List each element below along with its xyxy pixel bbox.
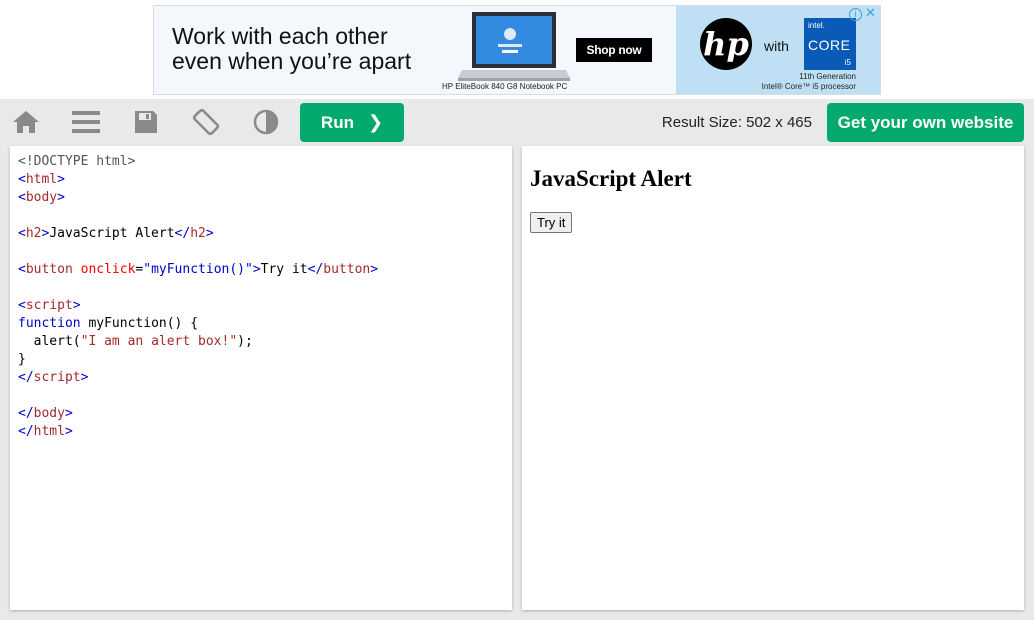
intel-caption-line2: Intel® Core™ i5 processor (761, 82, 856, 91)
chevron-right-icon: ❯ (367, 112, 384, 133)
try-it-button[interactable]: Try it (530, 212, 573, 233)
ad-with-label: with (764, 38, 789, 54)
ad-headline: Work with each other even when you’re ap… (172, 24, 411, 74)
ad-banner[interactable]: Work with each other even when you’re ap… (153, 5, 881, 95)
ad-headline-line2: even when you’re apart (172, 48, 412, 74)
contrast-icon[interactable] (250, 107, 282, 137)
run-button[interactable]: Run ❯ (300, 103, 404, 142)
run-label: Run (320, 112, 354, 132)
rotate-icon[interactable] (190, 107, 222, 137)
editor-toolbar: Run ❯ Result Size: 502 x 465 Get your ow… (0, 99, 1034, 146)
code-content[interactable]: <!DOCTYPE html> <html> <body> <h2>JavaSc… (18, 153, 378, 441)
result-size-readout: Result Size: 502 x 465 (661, 114, 812, 131)
hp-logo: hp (700, 18, 752, 70)
intel-core-badge: intel. CORE i5 (804, 18, 856, 70)
result-iframe[interactable]: JavaScript Alert Try it (522, 146, 1024, 610)
laptop-image (458, 12, 570, 81)
intel-tier: i5 (844, 58, 851, 67)
ad-info-icon[interactable]: i (849, 8, 862, 21)
ad-close-icon[interactable]: ✕ (864, 7, 877, 20)
code-editor[interactable]: <!DOCTYPE html> <html> <body> <h2>JavaSc… (10, 146, 512, 610)
menu-icon[interactable] (70, 107, 102, 137)
ad-headline-line1: Work with each other (172, 23, 388, 49)
result-heading: JavaScript Alert (530, 166, 692, 191)
get-your-own-website-button[interactable]: Get your own website (827, 103, 1024, 142)
intel-brand: intel. (808, 21, 825, 30)
code-line: <!DOCTYPE html> (18, 154, 136, 169)
intel-caption: 11th Generation Intel® Core™ i5 processo… (762, 72, 856, 92)
shop-now-button[interactable]: Shop now (576, 38, 652, 62)
ad-product-caption: HP EliteBook 840 G8 Notebook PC (442, 82, 568, 91)
home-icon[interactable] (10, 107, 42, 137)
save-icon[interactable] (130, 107, 162, 137)
intel-core-text: CORE (808, 37, 851, 53)
editor-panels: <!DOCTYPE html> <html> <body> <h2>JavaSc… (0, 146, 1034, 620)
intel-caption-line1: 11th Generation (799, 72, 856, 81)
